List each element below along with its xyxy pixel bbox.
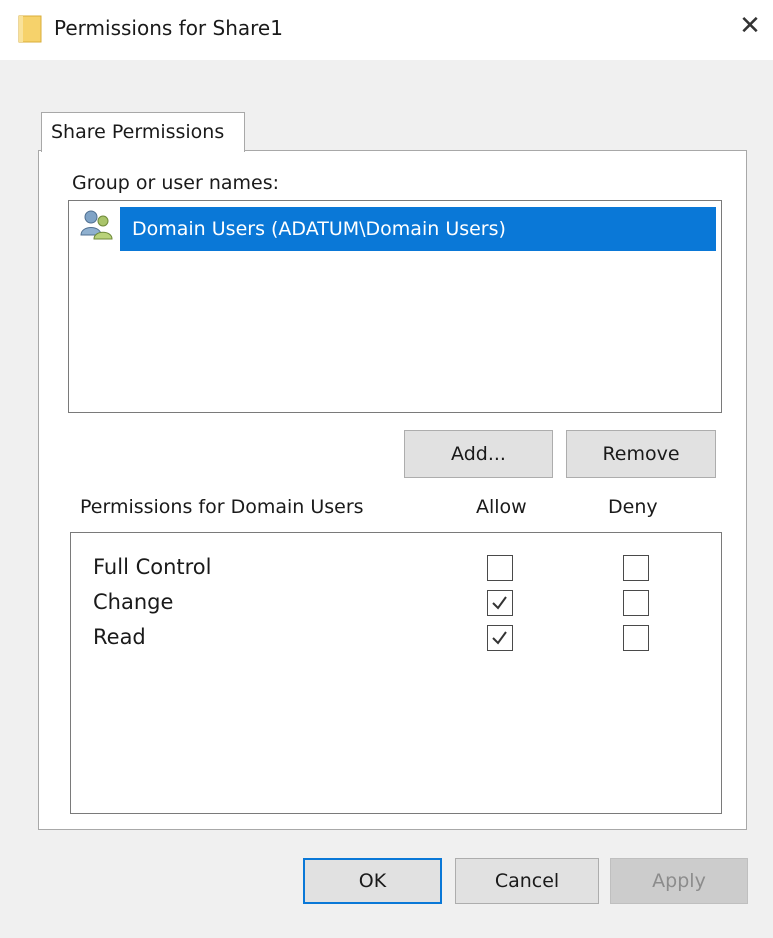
- permission-row-change: Change: [71, 586, 721, 618]
- checkmark-icon: [492, 631, 507, 645]
- allow-column-header: Allow: [476, 496, 527, 518]
- change-deny-checkbox[interactable]: [623, 590, 649, 616]
- permission-name: Read: [93, 625, 146, 649]
- permission-row-full-control: Full Control: [71, 551, 721, 583]
- tab-share-permissions[interactable]: Share Permissions: [41, 112, 245, 152]
- deny-column-header: Deny: [608, 496, 658, 518]
- title-bar: Permissions for Share1 ✕: [0, 0, 773, 60]
- users-group-icon: [80, 210, 113, 240]
- apply-button[interactable]: Apply: [610, 858, 748, 904]
- permissions-header-title: Permissions for Domain Users: [80, 496, 364, 518]
- window-title: Permissions for Share1: [54, 16, 283, 40]
- read-deny-checkbox[interactable]: [623, 625, 649, 651]
- list-item-domain-users[interactable]: Domain Users (ADATUM\Domain Users): [120, 207, 716, 251]
- permissions-list: Full Control Change Read: [70, 532, 722, 814]
- checkmark-icon: [492, 596, 507, 610]
- change-allow-checkbox[interactable]: [487, 590, 513, 616]
- cancel-button[interactable]: Cancel: [455, 858, 599, 904]
- close-button[interactable]: ✕: [732, 8, 768, 44]
- permission-name: Full Control: [93, 555, 212, 579]
- remove-button[interactable]: Remove: [566, 430, 716, 478]
- full-control-deny-checkbox[interactable]: [623, 555, 649, 581]
- read-allow-checkbox[interactable]: [487, 625, 513, 651]
- user-list[interactable]: Domain Users (ADATUM\Domain Users): [68, 200, 722, 413]
- permission-row-read: Read: [71, 621, 721, 653]
- group-or-user-names-label: Group or user names:: [72, 172, 280, 194]
- folder-icon: [18, 15, 42, 43]
- add-button[interactable]: Add...: [404, 430, 553, 478]
- permission-name: Change: [93, 590, 174, 614]
- full-control-allow-checkbox[interactable]: [487, 555, 513, 581]
- ok-button[interactable]: OK: [303, 858, 442, 904]
